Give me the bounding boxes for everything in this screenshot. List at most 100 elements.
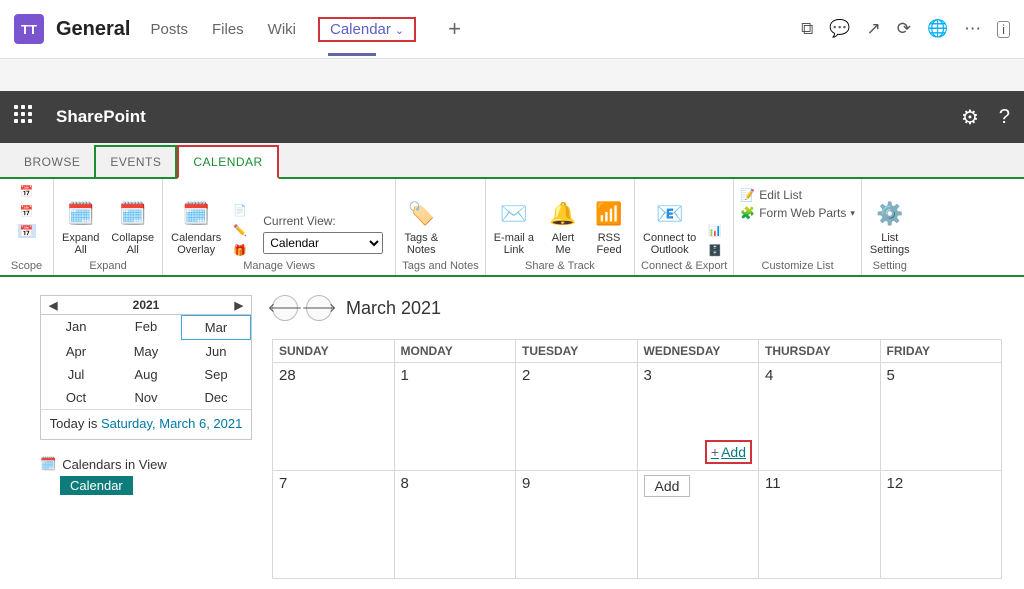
month-cell-may[interactable]: May	[111, 340, 181, 363]
day-cell[interactable]: 9	[516, 471, 638, 579]
outlook-icon: 📧	[653, 198, 687, 230]
chevron-down-icon: ▾	[850, 208, 855, 219]
scope-month-icon[interactable]: 📅	[18, 224, 36, 238]
settings-gear-icon[interactable]: ⚙	[961, 105, 979, 130]
info-icon[interactable]: i	[997, 21, 1010, 38]
open-app-icon[interactable]: ⧉	[801, 19, 813, 39]
refresh-icon[interactable]: ⟳	[897, 19, 911, 39]
rss-feed-button[interactable]: 📶 RSS Feed	[590, 196, 628, 258]
more-icon[interactable]: ⋯	[964, 19, 981, 39]
picker-year: 2021	[133, 298, 160, 312]
tab-wiki[interactable]: Wiki	[266, 15, 298, 44]
ribbon-group-share: ✉️ E-mail a Link 🔔 Alert Me 📶 RSS Feed S…	[486, 179, 635, 275]
edit-list-icon: 📝	[740, 188, 755, 202]
create-view-icon[interactable]: 📄	[231, 203, 249, 217]
ribbon-group-connect-label: Connect & Export	[641, 258, 727, 273]
ribbon-tabs-row: BROWSE EVENTS CALENDAR	[0, 143, 1024, 179]
day-cell[interactable]: 11	[759, 471, 881, 579]
collapse-all-button[interactable]: 🗓️ Collapse All	[109, 196, 156, 258]
day-cell[interactable]: Add	[637, 471, 759, 579]
next-year-button[interactable]: ▶	[235, 299, 243, 312]
email-link-button[interactable]: ✉️ E-mail a Link	[492, 196, 536, 258]
tab-calendar-label: Calendar	[330, 21, 391, 38]
day-cell[interactable]: 4	[759, 363, 881, 471]
month-cell-jul[interactable]: Jul	[41, 363, 111, 386]
day-number: 2	[522, 367, 530, 384]
list-settings-button[interactable]: ⚙️ List Settings	[868, 196, 912, 258]
prev-month-button[interactable]: 🡐	[272, 295, 298, 321]
rss-icon: 📶	[592, 198, 626, 230]
day-cell[interactable]: 7	[273, 471, 395, 579]
month-cell-feb[interactable]: Feb	[111, 315, 181, 340]
today-link[interactable]: Saturday, March 6, 2021	[101, 416, 242, 431]
current-view-select[interactable]: Calendar	[263, 232, 383, 254]
calendars-overlay-icon: 🗓️	[179, 198, 213, 230]
globe-icon[interactable]: 🌐	[927, 19, 948, 39]
calendar-main: 🡐 🡒 March 2021 SUNDAYMONDAYTUESDAYWEDNES…	[272, 295, 1014, 579]
export-excel-icon[interactable]: 📊	[706, 223, 724, 237]
ribbon-group-settings: ⚙️ List Settings Setting	[862, 179, 918, 275]
day-number: 1	[401, 367, 409, 384]
month-cell-jan[interactable]: Jan	[41, 315, 111, 340]
month-cell-oct[interactable]: Oct	[41, 386, 111, 409]
team-avatar[interactable]: TT	[14, 14, 44, 44]
month-cell-apr[interactable]: Apr	[41, 340, 111, 363]
day-cell[interactable]: 28	[273, 363, 395, 471]
next-month-button[interactable]: 🡒	[306, 295, 332, 321]
tab-files[interactable]: Files	[210, 15, 246, 44]
month-cell-nov[interactable]: Nov	[111, 386, 181, 409]
day-cell[interactable]: 2	[516, 363, 638, 471]
modify-view-icon[interactable]: ✏️	[231, 223, 249, 237]
calendar-overlay-item[interactable]: Calendar	[60, 476, 133, 495]
rss-feed-label: RSS Feed	[592, 232, 626, 256]
ribbon-group-customize: 📝Edit List 🧩Form Web Parts▾ Customize Li…	[734, 179, 862, 275]
connect-outlook-button[interactable]: 📧 Connect to Outlook	[641, 196, 698, 258]
day-cell[interactable]: 3+Add	[637, 363, 759, 471]
today-prefix: Today is	[50, 416, 101, 431]
scope-day-icon[interactable]: 📅	[18, 184, 36, 198]
collapse-all-icon: 🗓️	[116, 198, 150, 230]
day-cell[interactable]: 8	[394, 471, 516, 579]
create-column-icon[interactable]: 🎁	[231, 243, 249, 257]
add-tab-button[interactable]: +	[448, 16, 461, 42]
ribbon-group-scope: 📅 📅 📅 Scope	[0, 179, 54, 275]
day-cell[interactable]: 12	[880, 471, 1002, 579]
add-event-chip[interactable]: Add	[644, 475, 691, 497]
edit-list-button[interactable]: 📝Edit List	[740, 187, 802, 203]
popout-icon[interactable]: ↗	[866, 19, 880, 39]
day-cell[interactable]: 1	[394, 363, 516, 471]
tab-posts[interactable]: Posts	[148, 15, 190, 44]
form-web-parts-icon: 🧩	[740, 206, 755, 220]
month-cell-sep[interactable]: Sep	[181, 363, 251, 386]
ribbon: 📅 📅 📅 Scope 🗓️ Expand All 🗓️ Collapse Al…	[0, 179, 1024, 277]
current-view-label: Current View:	[263, 214, 383, 228]
tab-calendar[interactable]: Calendar⌄	[318, 17, 416, 42]
ribbon-tab-calendar[interactable]: CALENDAR	[177, 145, 278, 179]
teams-actions: ⧉ 💬 ↗ ⟳ 🌐 ⋯ i	[801, 19, 1010, 39]
open-access-icon[interactable]: 🗄️	[706, 243, 724, 257]
form-web-parts-label: Form Web Parts	[759, 206, 846, 220]
alert-me-button[interactable]: 🔔 Alert Me	[544, 196, 582, 258]
sharepoint-suite-bar: SharePoint ⚙ ?	[0, 91, 1024, 143]
ribbon-tab-events[interactable]: EVENTS	[94, 145, 177, 177]
app-launcher-icon[interactable]	[14, 105, 38, 129]
day-number: 9	[522, 475, 530, 492]
calendars-overlay-button[interactable]: 🗓️ Calendars Overlay	[169, 196, 223, 258]
form-web-parts-button[interactable]: 🧩 Form Web Parts ▾	[740, 205, 855, 221]
chat-icon[interactable]: 💬	[829, 19, 850, 39]
add-event-link[interactable]: +Add	[705, 440, 752, 464]
month-cell-dec[interactable]: Dec	[181, 386, 251, 409]
ribbon-tab-browse[interactable]: BROWSE	[10, 147, 94, 177]
month-cell-mar[interactable]: Mar	[181, 315, 251, 340]
month-cell-jun[interactable]: Jun	[181, 340, 251, 363]
help-icon[interactable]: ?	[999, 106, 1010, 129]
tags-notes-button[interactable]: 🏷️ Tags & Notes	[402, 196, 440, 258]
day-number: 5	[887, 367, 895, 384]
month-cell-aug[interactable]: Aug	[111, 363, 181, 386]
scope-week-icon[interactable]: 📅	[18, 204, 36, 218]
day-cell[interactable]: 5	[880, 363, 1002, 471]
day-number: 8	[401, 475, 409, 492]
today-line: Today is Saturday, March 6, 2021	[41, 409, 251, 439]
prev-year-button[interactable]: ◀	[49, 299, 57, 312]
expand-all-button[interactable]: 🗓️ Expand All	[60, 196, 101, 258]
